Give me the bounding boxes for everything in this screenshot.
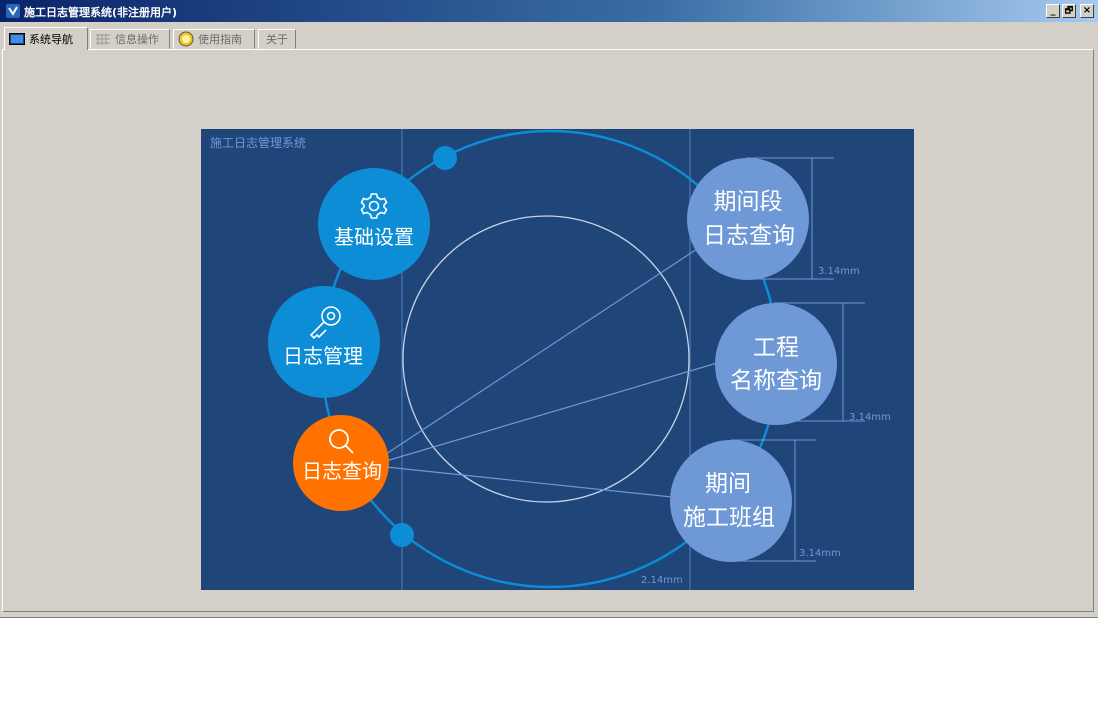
tab-bar: 系统导航 信息操作 使用指南 关于	[0, 24, 1098, 50]
period-log-query-button[interactable]: 期间段 日志查询	[687, 158, 809, 280]
log-query-button[interactable]: 日志查询	[293, 415, 389, 511]
window-title: 施工日志管理系统(非注册用户)	[24, 6, 178, 19]
restore-button[interactable]: 🗗	[1062, 4, 1076, 18]
log-query-label: 日志查询	[302, 459, 382, 483]
navigation-diagram: 施工日志管理系统 3.14mm 3.14mm 3.14mm 2.14mm 基础设…	[201, 129, 914, 590]
close-icon: ×	[1082, 5, 1092, 16]
grid-icon	[96, 33, 110, 45]
log-management-button[interactable]: 日志管理	[268, 286, 380, 398]
dimension-label: 3.14mm	[818, 266, 860, 277]
tab-label: 信息操作	[115, 32, 159, 46]
tab-label: 关于	[266, 32, 288, 46]
tab-label: 使用指南	[198, 32, 242, 46]
period-team-query-button[interactable]: 期间 施工班组	[670, 440, 792, 562]
minimize-icon: _	[1050, 5, 1056, 16]
tab-about[interactable]: 关于	[258, 29, 296, 49]
help-icon	[178, 31, 194, 47]
tab-info-operation[interactable]: 信息操作	[90, 29, 170, 49]
close-button[interactable]: ×	[1080, 4, 1094, 18]
period-query-line1: 期间段	[714, 189, 783, 215]
dimension-label: 3.14mm	[849, 412, 891, 423]
period-query-line2: 日志查询	[703, 223, 795, 249]
team-query-line1: 期间	[705, 471, 751, 497]
basic-settings-button[interactable]: 基础设置	[318, 168, 430, 280]
project-query-line1: 工程	[753, 335, 799, 361]
orbit-dot-bottom	[390, 523, 414, 547]
app-window: 施工日志管理系统(非注册用户) _ 🗗 × 系统导航 信息操作 使用指南 关于 …	[0, 0, 1098, 618]
tab-label: 系统导航	[29, 32, 73, 46]
minimize-button[interactable]: _	[1046, 4, 1060, 18]
dimension-label: 3.14mm	[799, 548, 841, 559]
tab-user-guide[interactable]: 使用指南	[173, 29, 255, 49]
title-bar[interactable]: 施工日志管理系统(非注册用户) _ 🗗 ×	[0, 0, 1098, 22]
basic-settings-label: 基础设置	[334, 225, 414, 249]
app-logo-icon	[6, 4, 20, 18]
orbit-dot-top	[433, 146, 457, 170]
monitor-icon	[9, 32, 25, 45]
team-query-line2: 施工班组	[683, 505, 775, 531]
tab-system-navigation[interactable]: 系统导航	[4, 27, 88, 50]
project-query-line2: 名称查询	[730, 368, 822, 394]
diagram-heading: 施工日志管理系统	[210, 135, 306, 150]
dimension-label: 2.14mm	[641, 575, 683, 586]
log-management-label: 日志管理	[283, 344, 363, 368]
restore-icon: 🗗	[1064, 6, 1074, 16]
project-name-query-button[interactable]: 工程 名称查询	[715, 303, 837, 425]
